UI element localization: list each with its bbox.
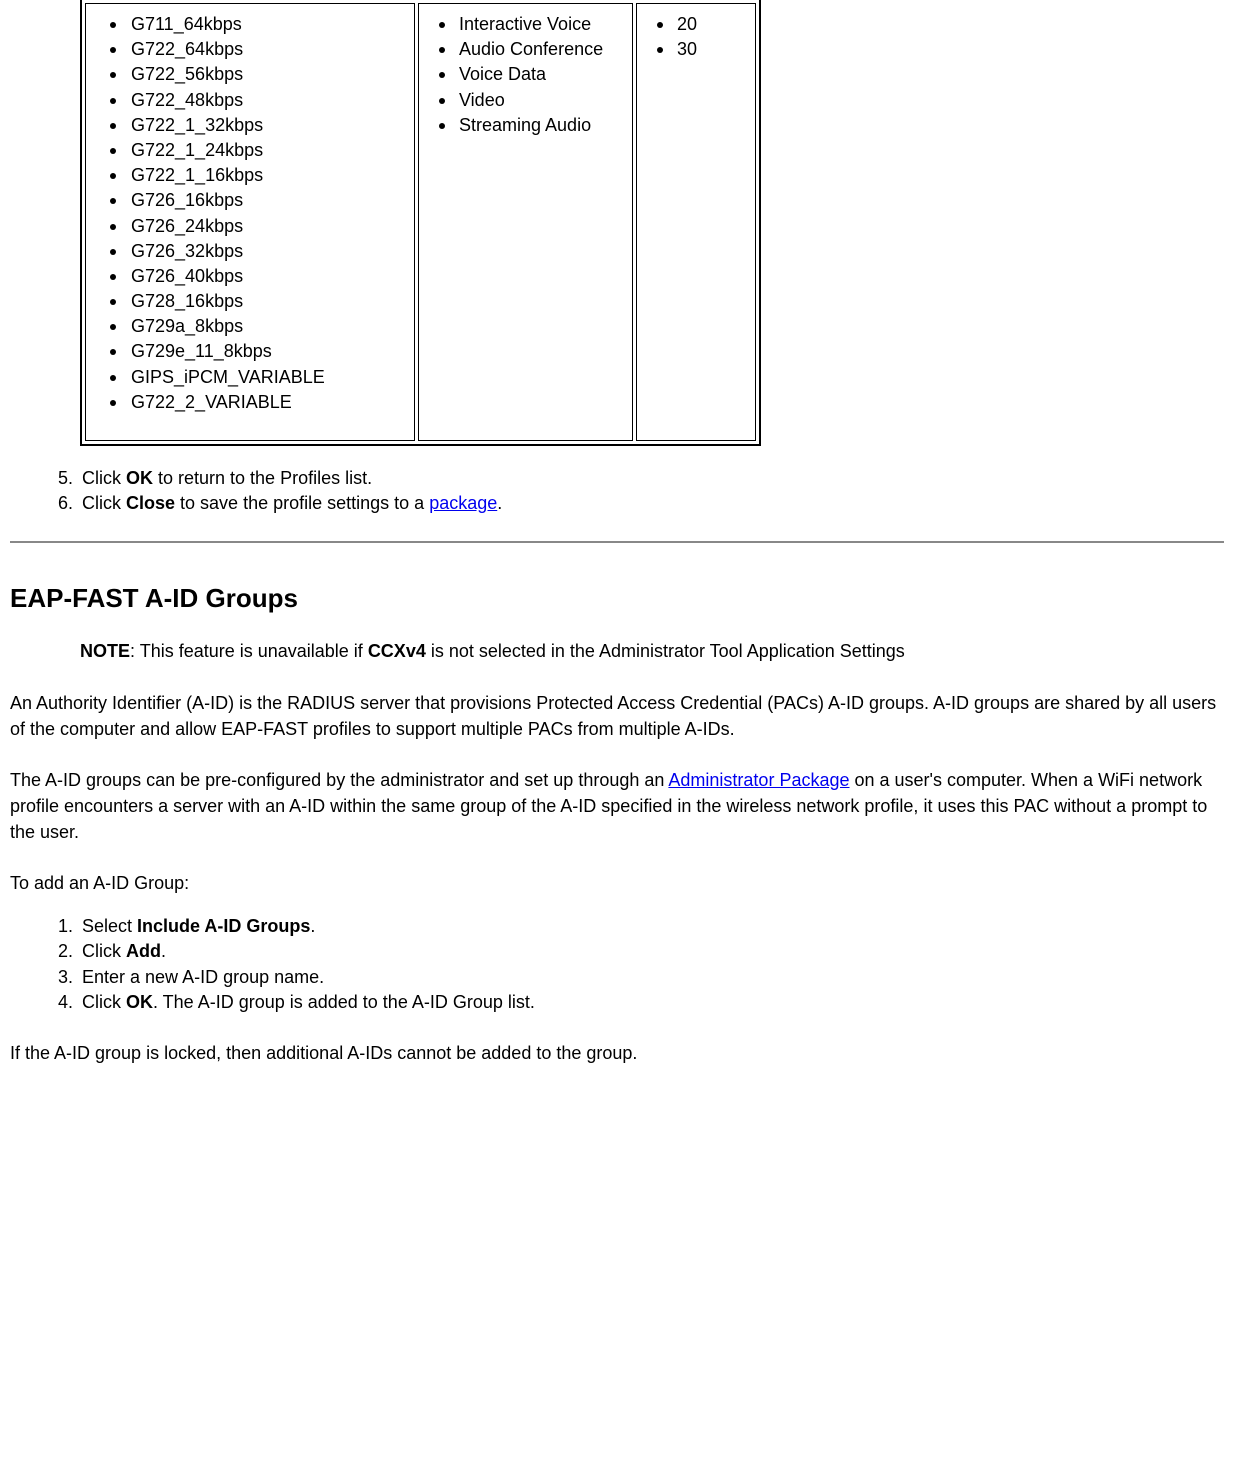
step-5: Click OK to return to the Profiles list. (78, 466, 1224, 491)
codec-table: G711_64kbpsG722_64kbpsG722_56kbpsG722_48… (80, 0, 761, 446)
step-6: Click Close to save the profile settings… (78, 491, 1224, 516)
codec-item-14: GIPS_iPCM_VARIABLE (96, 365, 396, 390)
section-divider (10, 541, 1224, 543)
codec-column: G711_64kbpsG722_64kbpsG722_56kbpsG722_48… (85, 3, 415, 441)
add-step-1: Select Include A-ID Groups. (78, 914, 1224, 939)
add-step-4: Click OK. The A-ID group is added to the… (78, 990, 1224, 1015)
codec-item-5: G722_1_24kbps (96, 138, 396, 163)
codec-item-7: G726_16kbps (96, 188, 396, 213)
codec-item-1: G722_64kbps (96, 37, 396, 62)
note-block: NOTE: This feature is unavailable if CCX… (80, 639, 994, 664)
package-link[interactable]: package (429, 493, 497, 513)
category-item-1: Audio Conference (429, 37, 614, 62)
codec-item-3: G722_48kbps (96, 88, 396, 113)
value-item-0: 20 (647, 12, 737, 37)
value-column: 2030 (636, 3, 756, 441)
codec-item-15: G722_2_VARIABLE (96, 390, 396, 415)
codec-item-8: G726_24kbps (96, 214, 396, 239)
add-aid-steps: Select Include A-ID Groups. Click Add. E… (10, 914, 1224, 1015)
admin-package-link[interactable]: Administrator Package (668, 770, 849, 790)
paragraph-aid-intro: An Authority Identifier (A-ID) is the RA… (10, 690, 1224, 742)
codec-item-12: G729a_8kbps (96, 314, 396, 339)
paragraph-locked: If the A-ID group is locked, then additi… (10, 1040, 1224, 1066)
value-item-1: 30 (647, 37, 737, 62)
category-item-3: Video (429, 88, 614, 113)
codec-item-6: G722_1_16kbps (96, 163, 396, 188)
add-step-3: Enter a new A-ID group name. (78, 965, 1224, 990)
codec-item-10: G726_40kbps (96, 264, 396, 289)
paragraph-add-aid: To add an A-ID Group: (10, 870, 1224, 896)
profile-steps: Click OK to return to the Profiles list.… (10, 466, 1224, 516)
category-item-2: Voice Data (429, 62, 614, 87)
paragraph-aid-preconfig: The A-ID groups can be pre-configured by… (10, 767, 1224, 845)
codec-item-11: G728_16kbps (96, 289, 396, 314)
codec-item-4: G722_1_32kbps (96, 113, 396, 138)
add-step-2: Click Add. (78, 939, 1224, 964)
codec-item-2: G722_56kbps (96, 62, 396, 87)
section-heading: EAP-FAST A-ID Groups (10, 583, 1224, 614)
codec-item-0: G711_64kbps (96, 12, 396, 37)
codec-item-9: G726_32kbps (96, 239, 396, 264)
category-column: Interactive VoiceAudio ConferenceVoice D… (418, 3, 633, 441)
category-item-0: Interactive Voice (429, 12, 614, 37)
codec-item-13: G729e_11_8kbps (96, 339, 396, 364)
category-item-4: Streaming Audio (429, 113, 614, 138)
